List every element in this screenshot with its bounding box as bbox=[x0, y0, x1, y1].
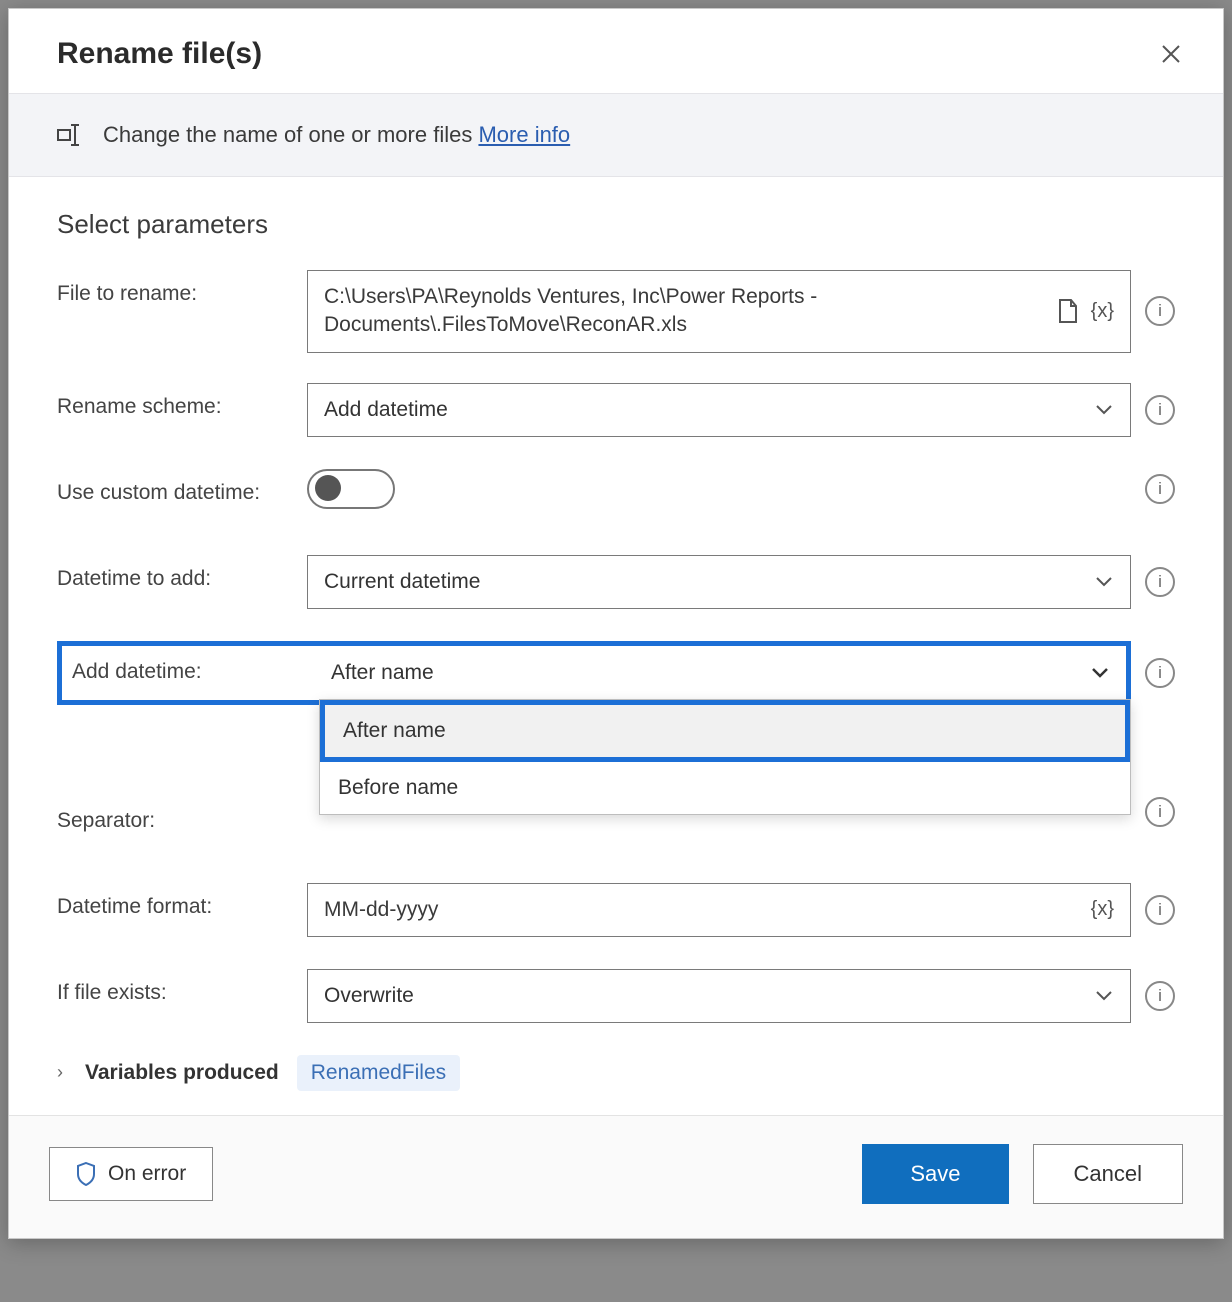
row-file-to-rename: File to rename: C:\Users\PA\Reynolds Ven… bbox=[57, 270, 1175, 353]
row-rename-scheme: Rename scheme: Add datetime i bbox=[57, 383, 1175, 439]
info-if-file-exists[interactable]: i bbox=[1145, 981, 1175, 1011]
option-before-name[interactable]: Before name bbox=[320, 762, 1130, 814]
option-after-name[interactable]: After name bbox=[320, 700, 1130, 762]
info-file-to-rename[interactable]: i bbox=[1145, 296, 1175, 326]
rename-files-dialog: Rename file(s) Change the name of one or… bbox=[8, 8, 1224, 1239]
info-separator[interactable]: i bbox=[1145, 797, 1175, 827]
chevron-down-icon bbox=[1094, 986, 1114, 1006]
input-file-to-rename[interactable]: C:\Users\PA\Reynolds Ventures, Inc\Power… bbox=[307, 270, 1131, 353]
select-rename-scheme[interactable]: Add datetime bbox=[307, 383, 1131, 437]
chevron-down-icon bbox=[1090, 663, 1110, 683]
chevron-down-icon bbox=[1094, 572, 1114, 592]
dialog-footer: On error Save Cancel bbox=[9, 1115, 1223, 1238]
row-add-datetime: Add datetime: After name i After name Be… bbox=[57, 641, 1175, 705]
close-icon bbox=[1160, 43, 1182, 65]
info-datetime-format[interactable]: i bbox=[1145, 895, 1175, 925]
label-rename-scheme: Rename scheme: bbox=[57, 383, 307, 419]
info-use-custom-datetime[interactable]: i bbox=[1145, 474, 1175, 504]
select-if-file-exists[interactable]: Overwrite bbox=[307, 969, 1131, 1023]
dropdown-add-datetime: After name Before name bbox=[319, 699, 1131, 815]
file-picker-icon[interactable] bbox=[1057, 298, 1079, 324]
info-datetime-to-add[interactable]: i bbox=[1145, 567, 1175, 597]
variable-picker-icon[interactable]: {x} bbox=[1091, 300, 1114, 323]
rename-icon bbox=[57, 124, 85, 146]
select-add-datetime[interactable]: After name bbox=[314, 646, 1126, 700]
dialog-title: Rename file(s) bbox=[57, 37, 262, 71]
variables-produced-row: › Variables produced RenamedFiles bbox=[57, 1055, 1175, 1091]
row-datetime-format: Datetime format: MM-dd-yyyy {x} i bbox=[57, 883, 1175, 939]
input-datetime-format[interactable]: MM-dd-yyyy {x} bbox=[307, 883, 1131, 937]
label-file-to-rename: File to rename: bbox=[57, 270, 307, 306]
info-add-datetime[interactable]: i bbox=[1145, 658, 1175, 688]
select-datetime-to-add[interactable]: Current datetime bbox=[307, 555, 1131, 609]
variables-produced-label[interactable]: Variables produced bbox=[85, 1061, 279, 1085]
more-info-link[interactable]: More info bbox=[478, 122, 570, 147]
label-separator: Separator: bbox=[57, 797, 307, 833]
info-rename-scheme[interactable]: i bbox=[1145, 395, 1175, 425]
label-use-custom-datetime: Use custom datetime: bbox=[57, 469, 307, 505]
row-if-file-exists: If file exists: Overwrite i bbox=[57, 969, 1175, 1025]
save-button[interactable]: Save bbox=[862, 1144, 1008, 1204]
dialog-header: Rename file(s) bbox=[9, 9, 1223, 93]
parameters-title: Select parameters bbox=[57, 209, 1175, 240]
label-if-file-exists: If file exists: bbox=[57, 969, 307, 1005]
description-text: Change the name of one or more files Mor… bbox=[103, 122, 570, 148]
variable-picker-icon[interactable]: {x} bbox=[1091, 898, 1114, 921]
label-add-datetime: Add datetime: bbox=[62, 646, 314, 700]
description-bar: Change the name of one or more files Mor… bbox=[9, 93, 1223, 177]
toggle-use-custom-datetime[interactable] bbox=[307, 469, 395, 509]
parameters-section: Select parameters File to rename: C:\Use… bbox=[9, 177, 1223, 1115]
toggle-knob bbox=[315, 475, 341, 501]
chevron-down-icon bbox=[1094, 400, 1114, 420]
label-datetime-to-add: Datetime to add: bbox=[57, 555, 307, 591]
variable-chip-renamedfiles[interactable]: RenamedFiles bbox=[297, 1055, 460, 1091]
label-datetime-format: Datetime format: bbox=[57, 883, 307, 919]
row-use-custom-datetime: Use custom datetime: i bbox=[57, 469, 1175, 525]
shield-icon bbox=[76, 1162, 96, 1186]
on-error-button[interactable]: On error bbox=[49, 1147, 213, 1201]
row-datetime-to-add: Datetime to add: Current datetime i bbox=[57, 555, 1175, 611]
caret-right-icon[interactable]: › bbox=[57, 1062, 63, 1083]
cancel-button[interactable]: Cancel bbox=[1033, 1144, 1183, 1204]
close-button[interactable] bbox=[1155, 38, 1187, 70]
